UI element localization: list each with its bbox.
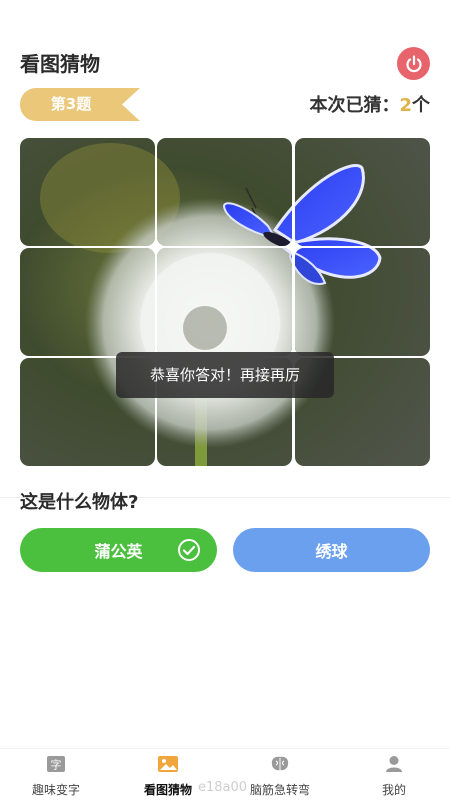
guessed-suffix: 个 <box>412 95 430 116</box>
image-icon <box>158 756 178 772</box>
power-button[interactable] <box>397 47 430 80</box>
success-toast: 恭喜你答对！再接再厉 <box>116 352 334 398</box>
user-icon <box>386 756 402 772</box>
tab-mine[interactable]: 我的 <box>338 755 450 799</box>
answer-option-label: 蒲公英 <box>94 542 143 561</box>
question-text: 这是什么物体? <box>20 492 139 513</box>
page-title: 看图猜物 <box>20 52 100 76</box>
tab-label: 我的 <box>381 783 406 797</box>
answer-option-b[interactable]: 绣球 <box>233 528 430 572</box>
level-label: 第3题 <box>50 95 92 113</box>
check-circle-icon <box>178 539 200 561</box>
puzzle-tile[interactable] <box>295 248 430 356</box>
tab-label: 趣味变字 <box>31 783 80 797</box>
tab-fun-characters[interactable]: 字 趣味变字 <box>0 755 112 799</box>
svg-text:字: 字 <box>51 758 62 772</box>
level-badge: 第3题 <box>20 88 140 121</box>
brain-icon <box>271 756 289 771</box>
guessed-prefix: 本次已猜： <box>309 95 400 116</box>
answer-option-a[interactable]: 蒲公英 <box>20 528 217 572</box>
guessed-count: 2 <box>399 95 412 116</box>
puzzle-grid <box>20 138 430 466</box>
guessed-counter: 本次已猜：2个 <box>309 91 430 117</box>
watermark-text: e18a00 <box>198 780 248 795</box>
puzzle-tile[interactable] <box>157 138 292 246</box>
power-icon <box>405 54 422 72</box>
puzzle-tile[interactable] <box>20 138 155 246</box>
puzzle-tile[interactable] <box>295 138 430 246</box>
answer-option-label: 绣球 <box>315 542 348 561</box>
puzzle-tile[interactable] <box>20 248 155 356</box>
character-icon: 字 <box>47 756 65 772</box>
puzzle-tile[interactable] <box>157 248 292 356</box>
